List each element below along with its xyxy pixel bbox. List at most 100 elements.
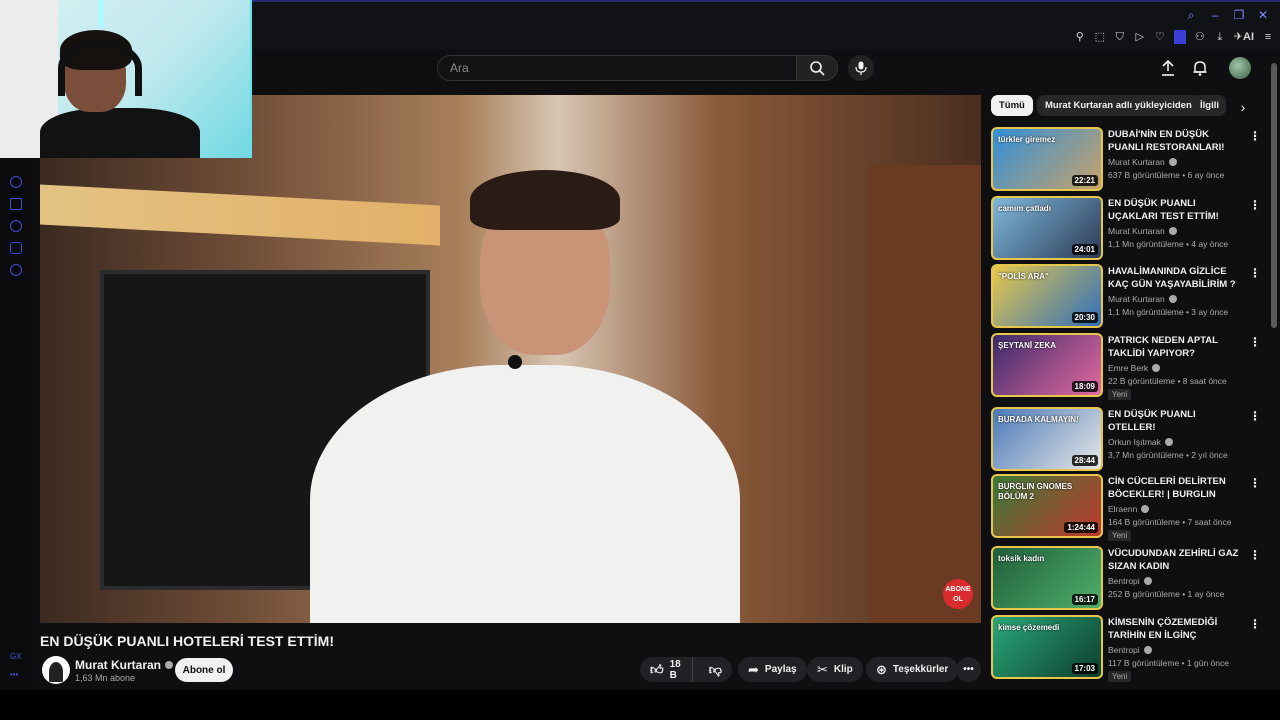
- more-icon[interactable]: •••: [10, 670, 18, 679]
- search-tabs-icon[interactable]: ⌕: [1184, 8, 1198, 22]
- thumbs-up-icon: 👍︎: [650, 661, 664, 677]
- menu-icon[interactable]: ≡: [1262, 30, 1274, 44]
- recommendation-item[interactable]: BURADA KALMAYIN! 28:44 EN DÜŞÜK PUANLI O…: [991, 407, 1271, 471]
- kebab-menu-icon[interactable]: ⋮: [1249, 617, 1261, 633]
- recommendation-channel[interactable]: Murat Kurtaran: [1108, 294, 1177, 304]
- thanks-button[interactable]: ⊛ Teşekkürler: [866, 657, 959, 682]
- extensions-icon[interactable]: [10, 242, 22, 254]
- profile-icon[interactable]: ⚇: [1194, 30, 1206, 44]
- shield-icon[interactable]: ⛉: [1114, 30, 1126, 44]
- recommendation-channel-name[interactable]: Murat Kurtaran: [1108, 294, 1165, 304]
- recommendation-item[interactable]: "POLİS ARA" 20:30 HAVALİMANINDA GİZLİCE …: [991, 264, 1271, 328]
- heart-icon[interactable]: ♡: [1154, 30, 1166, 44]
- player-icon[interactable]: [10, 176, 22, 188]
- clip-button[interactable]: ✂ Klip: [807, 657, 863, 682]
- chip-from-uploader[interactable]: Murat Kurtaran adlı yükleyiciden: [1037, 95, 1200, 116]
- video-thumbnail[interactable]: "POLİS ARA" 20:30: [991, 264, 1103, 328]
- recommendation-title[interactable]: DUBAİ'NİN EN DÜŞÜK PUANLI RESTORANLARI!: [1108, 128, 1243, 154]
- chip-all[interactable]: Tümü: [991, 95, 1033, 116]
- video-thumbnail[interactable]: türkler giremez 22:21: [991, 127, 1103, 191]
- recommendation-item[interactable]: türkler giremez 22:21 DUBAİ'NİN EN DÜŞÜK…: [991, 127, 1271, 191]
- recommendation-channel-name[interactable]: Murat Kurtaran: [1108, 226, 1165, 236]
- video-thumbnail[interactable]: BURGLIN GNOMES BÖLÜM 2 1:24:44: [991, 474, 1103, 538]
- kebab-menu-icon[interactable]: ⋮: [1249, 335, 1261, 351]
- pinboard-icon[interactable]: [10, 198, 22, 210]
- video-thumbnail[interactable]: camım çatladı 24:01: [991, 196, 1103, 260]
- search-box[interactable]: [437, 55, 797, 81]
- recommendation-channel[interactable]: Murat Kurtaran: [1108, 157, 1177, 167]
- pin-icon[interactable]: ⚲: [1074, 30, 1086, 44]
- aria-ai-icon[interactable]: ✈AI: [1234, 30, 1254, 44]
- clip-label: Klip: [833, 664, 853, 675]
- recommendation-item[interactable]: kimse çözemedi 17:03 KİMSENİN ÇÖZEMEDİĞİ…: [991, 615, 1271, 682]
- video-thumbnail[interactable]: ŞEYTANİ ZEKA 18:09: [991, 333, 1103, 397]
- close-icon[interactable]: ✕: [1256, 8, 1270, 22]
- upload-button[interactable]: [1158, 58, 1178, 78]
- video-thumbnail[interactable]: BURADA KALMAYIN! 28:44: [991, 407, 1103, 471]
- recommendation-item[interactable]: toksik kadın 16:17 VÜCUDUNDAN ZEHİRLİ GA…: [991, 546, 1271, 610]
- search-button[interactable]: [796, 55, 838, 81]
- recommendation-title[interactable]: EN DÜŞÜK PUANLI OTELLER!: [1108, 408, 1243, 434]
- chevron-right-icon[interactable]: ›: [1234, 98, 1252, 116]
- recommendation-title[interactable]: KİMSENİN ÇÖZEMEDİĞİ TARİHİN EN İLGİNÇ KA…: [1108, 616, 1243, 642]
- recommendation-channel-name[interactable]: Bentropi: [1108, 576, 1140, 586]
- recommendation-channel[interactable]: Bentropi: [1108, 645, 1152, 655]
- thumbnail-text: BURGLIN GNOMES BÖLÜM 2: [998, 482, 1073, 501]
- recommendation-channel[interactable]: Orkun Işıtmak: [1108, 437, 1173, 447]
- kebab-menu-icon[interactable]: ⋮: [1249, 266, 1261, 282]
- minimize-icon[interactable]: –: [1208, 8, 1222, 22]
- recommendation-channel[interactable]: Murat Kurtaran: [1108, 226, 1177, 236]
- recommendation-item[interactable]: BURGLIN GNOMES BÖLÜM 2 1:24:44 CİN CÜCEL…: [991, 474, 1271, 541]
- recommendation-channel[interactable]: Elraenn: [1108, 504, 1150, 514]
- recommendation-title[interactable]: CİN CÜCELERİ DELİRTEN BÖCEKLER! | BURGLI…: [1108, 475, 1243, 501]
- subscribe-watermark[interactable]: ABONE OL: [943, 579, 973, 609]
- new-badge: Yeni: [1108, 530, 1132, 541]
- share-label: Paylaş: [764, 664, 797, 675]
- recommendation-title[interactable]: VÜCUDUNDAN ZEHİRLİ GAZ SIZAN KADIN: [1108, 547, 1243, 573]
- video-thumbnail[interactable]: kimse çözemedi 17:03: [991, 615, 1103, 679]
- snapshot-icon[interactable]: ⬚: [1094, 30, 1106, 44]
- kebab-menu-icon[interactable]: ⋮: [1249, 548, 1261, 564]
- recommendation-title[interactable]: PATRICK NEDEN APTAL TAKLİDİ YAPIYOR?: [1108, 334, 1243, 360]
- recommendation-item[interactable]: ŞEYTANİ ZEKA 18:09 PATRICK NEDEN APTAL T…: [991, 333, 1271, 400]
- notifications-button[interactable]: [1190, 58, 1210, 78]
- recommendation-item[interactable]: camım çatladı 24:01 EN DÜŞÜK PUANLI UÇAK…: [991, 196, 1271, 260]
- recommendation-channel-name[interactable]: Bentropi: [1108, 645, 1140, 655]
- channel-name[interactable]: Murat Kurtaran: [75, 658, 174, 672]
- recommendation-channel-name[interactable]: Emre Berk: [1108, 363, 1148, 373]
- account-avatar[interactable]: [1229, 57, 1251, 79]
- scrollbar[interactable]: [1271, 55, 1277, 690]
- scrollbar-thumb[interactable]: [1271, 63, 1277, 328]
- recommendation-channel[interactable]: Emre Berk: [1108, 363, 1161, 373]
- history-icon[interactable]: [10, 220, 22, 232]
- recommendation-title[interactable]: HAVALİMANINDA GİZLİCE KAÇ GÜN YAŞAYABİLİ…: [1108, 265, 1243, 291]
- chip-related[interactable]: İlgili: [1192, 95, 1226, 116]
- kebab-menu-icon[interactable]: ⋮: [1249, 476, 1261, 492]
- recommendation-channel-name[interactable]: Orkun Işıtmak: [1108, 437, 1161, 447]
- voice-search-button[interactable]: [848, 55, 874, 81]
- kebab-menu-icon[interactable]: ⋮: [1249, 198, 1261, 214]
- video-player[interactable]: ABONE OL: [40, 95, 981, 623]
- share-button[interactable]: ➦ Paylaş: [738, 657, 807, 682]
- recommendation-channel-name[interactable]: Murat Kurtaran: [1108, 157, 1165, 167]
- video-scene-door: [870, 165, 981, 623]
- kebab-menu-icon[interactable]: ⋮: [1249, 129, 1261, 145]
- recommendation-title[interactable]: EN DÜŞÜK PUANLI UÇAKLARI TEST ETTİM!: [1108, 197, 1243, 223]
- play-icon[interactable]: ▷: [1134, 30, 1146, 44]
- recommendation-channel[interactable]: Bentropi: [1108, 576, 1152, 586]
- extensions-bar: ⚲ ⬚ ⛉ ▷ ♡ ⚇ ⤓ ✈AI ≡: [1074, 30, 1274, 44]
- channel-avatar[interactable]: [42, 656, 70, 684]
- download-icon[interactable]: ⤓: [1214, 30, 1226, 44]
- verified-icon: [1152, 363, 1161, 372]
- more-actions-button[interactable]: •••: [956, 657, 981, 682]
- recommendation-channel-name[interactable]: Elraenn: [1108, 504, 1137, 514]
- settings-icon[interactable]: [10, 264, 22, 276]
- channel-name-text[interactable]: Murat Kurtaran: [75, 658, 161, 672]
- kebab-menu-icon[interactable]: ⋮: [1249, 409, 1261, 425]
- dislike-button[interactable]: 👎︎: [699, 662, 732, 678]
- video-thumbnail[interactable]: toksik kadın 16:17: [991, 546, 1103, 610]
- search-input[interactable]: [438, 56, 796, 80]
- maximize-icon[interactable]: ❐: [1232, 8, 1246, 22]
- like-button[interactable]: 👍︎ 18 B: [640, 657, 693, 682]
- subscribe-button[interactable]: Abone ol: [175, 658, 233, 682]
